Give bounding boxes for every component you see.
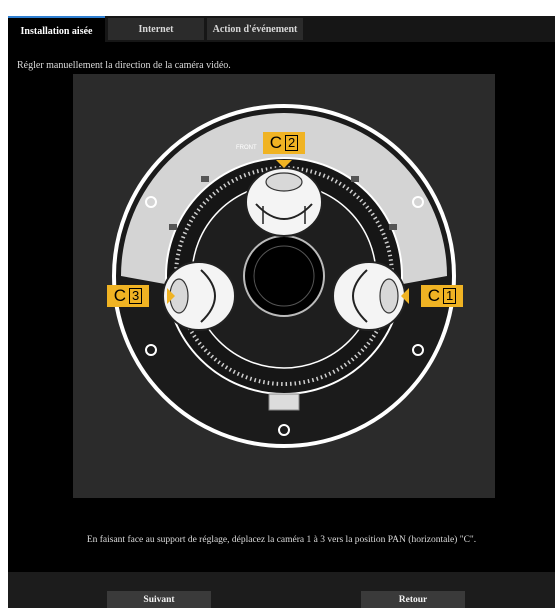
camera-label-c1: C 1 — [421, 285, 463, 307]
tab-internet[interactable]: Internet — [108, 18, 204, 40]
camera-label-prefix: C — [113, 286, 127, 305]
tab-event-action[interactable]: Action d'événement — [207, 18, 303, 40]
camera-label-c3: C 3 — [107, 285, 149, 307]
camera-label-prefix: C — [269, 133, 283, 152]
camera-label-number: 1 — [443, 288, 457, 304]
camera-label-number: 2 — [285, 135, 299, 151]
tab-bar: Installation aisée Internet Action d'évé… — [8, 16, 555, 44]
footer-bar — [8, 572, 555, 608]
back-button[interactable]: Retour — [361, 591, 465, 608]
camera-label-prefix: C — [427, 286, 441, 305]
settings-panel: Installation aisée Internet Action d'évé… — [8, 16, 555, 608]
intro-text: Régler manuellement la direction de la c… — [17, 60, 231, 71]
camera-label-number: 3 — [129, 288, 143, 304]
front-label: FRONT — [236, 145, 257, 151]
instruction-text: En faisant face au support de réglage, d… — [86, 535, 477, 545]
camera-direction-diagram: FRONT C 2 C 3 C 1 — [73, 74, 495, 498]
tab-easy-install[interactable]: Installation aisée — [8, 16, 105, 44]
next-button[interactable]: Suivant — [107, 591, 211, 608]
camera-label-c2: C 2 — [263, 132, 305, 154]
